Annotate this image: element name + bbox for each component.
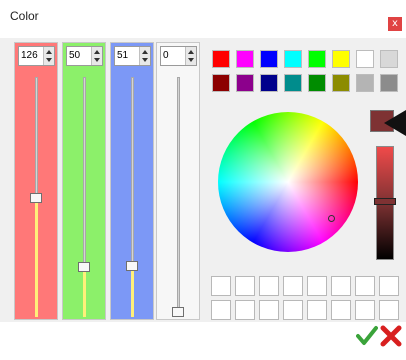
custom-color-slot[interactable] — [307, 276, 327, 296]
close-button[interactable]: x — [388, 17, 402, 31]
alpha-slider-handle[interactable] — [172, 307, 184, 317]
palette-swatch[interactable] — [356, 74, 374, 92]
green-value[interactable]: 50 — [69, 50, 80, 61]
green-slider-fill — [83, 271, 86, 317]
palette-swatch[interactable] — [332, 74, 350, 92]
custom-color-slot[interactable] — [259, 300, 279, 320]
blue-slider-handle[interactable] — [126, 261, 138, 271]
custom-color-slot[interactable] — [355, 300, 375, 320]
window-title: Color — [10, 9, 39, 23]
green-spin-arrows[interactable] — [91, 47, 102, 65]
alpha-channel-panel: 0 — [156, 42, 200, 320]
blue-channel-panel: 51 — [110, 42, 154, 320]
alpha-spin-arrows[interactable] — [185, 47, 196, 65]
custom-color-slot[interactable] — [331, 300, 351, 320]
hue-saturation-wheel[interactable] — [218, 112, 358, 252]
green-check-icon[interactable] — [356, 325, 378, 347]
wheel-selection-marker[interactable] — [328, 215, 335, 222]
red-x-icon[interactable] — [380, 325, 402, 347]
red-value-spinbox[interactable]: 126 — [18, 46, 55, 66]
alpha-slider-track[interactable] — [177, 77, 180, 317]
spin-up-icon[interactable] — [142, 50, 148, 54]
custom-color-slot[interactable] — [211, 276, 231, 296]
custom-color-slot[interactable] — [307, 300, 327, 320]
custom-color-slot[interactable] — [283, 276, 303, 296]
color-dialog-body: 126 50 51 0 — [0, 38, 406, 322]
green-value-spinbox[interactable]: 50 — [66, 46, 103, 66]
palette-swatch[interactable] — [284, 74, 302, 92]
custom-color-slot[interactable] — [379, 276, 399, 296]
palette-swatch[interactable] — [332, 50, 350, 68]
palette-swatch[interactable] — [380, 50, 398, 68]
red-value[interactable]: 126 — [21, 50, 38, 61]
palette-swatch[interactable] — [260, 50, 278, 68]
custom-color-slot[interactable] — [283, 300, 303, 320]
red-slider-handle[interactable] — [30, 193, 42, 204]
green-channel-panel: 50 — [62, 42, 106, 320]
green-slider-handle[interactable] — [78, 261, 90, 272]
blue-value-spinbox[interactable]: 51 — [114, 46, 151, 66]
blue-slider-fill — [131, 271, 134, 317]
dialog-footer — [0, 322, 406, 360]
palette-swatch[interactable] — [308, 50, 326, 68]
spin-down-icon[interactable] — [46, 58, 52, 62]
black-arrow-pointer-icon — [384, 110, 406, 136]
spin-down-icon[interactable] — [94, 58, 100, 62]
title-bar: Color x — [0, 0, 406, 38]
custom-color-slot[interactable] — [235, 276, 255, 296]
custom-color-slot[interactable] — [331, 276, 351, 296]
custom-color-slot[interactable] — [355, 276, 375, 296]
palette-swatch[interactable] — [380, 74, 398, 92]
palette-swatch[interactable] — [260, 74, 278, 92]
red-slider-fill — [35, 203, 38, 317]
blue-spin-arrows[interactable] — [139, 47, 150, 65]
palette-swatch[interactable] — [284, 50, 302, 68]
spin-down-icon[interactable] — [188, 58, 194, 62]
red-channel-panel: 126 — [14, 42, 58, 320]
custom-color-slot[interactable] — [259, 276, 279, 296]
spin-up-icon[interactable] — [188, 50, 194, 54]
palette-swatch[interactable] — [236, 74, 254, 92]
alpha-value[interactable]: 0 — [163, 50, 169, 61]
custom-color-slot[interactable] — [235, 300, 255, 320]
brightness-slider-handle[interactable] — [374, 198, 396, 205]
alpha-value-spinbox[interactable]: 0 — [160, 46, 197, 66]
palette-swatch[interactable] — [212, 50, 230, 68]
palette-swatch[interactable] — [236, 50, 254, 68]
palette-swatch[interactable] — [308, 74, 326, 92]
palette-swatch[interactable] — [356, 50, 374, 68]
custom-color-slot[interactable] — [211, 300, 231, 320]
palette-swatch[interactable] — [212, 74, 230, 92]
spin-down-icon[interactable] — [142, 58, 148, 62]
spin-up-icon[interactable] — [46, 50, 52, 54]
blue-value[interactable]: 51 — [117, 50, 128, 61]
red-spin-arrows[interactable] — [43, 47, 54, 65]
custom-color-slot[interactable] — [379, 300, 399, 320]
spin-up-icon[interactable] — [94, 50, 100, 54]
